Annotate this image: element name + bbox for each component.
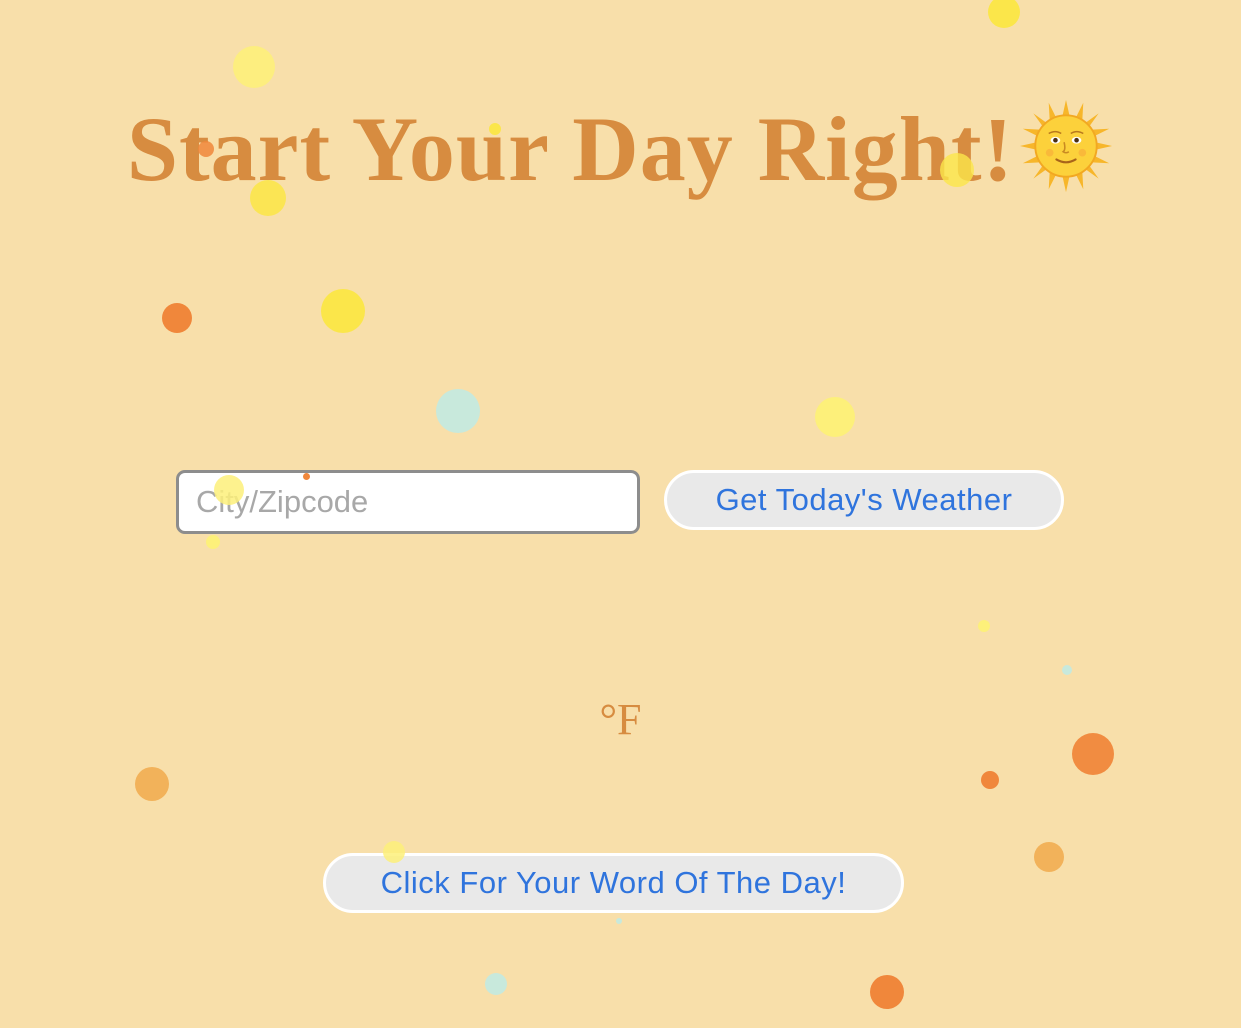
sun-with-face-icon — [1020, 99, 1113, 193]
confetti-dot — [978, 620, 990, 632]
confetti-dot — [616, 918, 622, 924]
confetti-dot — [233, 46, 275, 88]
confetti-dot — [981, 771, 999, 789]
confetti-dot — [321, 289, 365, 333]
confetti-dot — [206, 535, 220, 549]
confetti-dot — [988, 0, 1020, 28]
confetti-dot — [485, 973, 507, 995]
confetti-dot — [135, 767, 169, 801]
header: Start Your Day Right! — [0, 96, 1241, 202]
page-title: Start Your Day Right! — [126, 98, 1015, 200]
confetti-dot — [436, 389, 480, 433]
city-zipcode-input[interactable] — [176, 470, 640, 534]
temperature-display: °F — [599, 695, 642, 744]
get-weather-button[interactable]: Get Today's Weather — [664, 470, 1064, 530]
confetti-dot — [162, 303, 192, 333]
confetti-dot — [1062, 665, 1072, 675]
confetti-dot — [870, 975, 904, 1009]
confetti-dot — [1034, 842, 1064, 872]
word-of-the-day-button[interactable]: Click For Your Word Of The Day! — [323, 853, 904, 913]
confetti-dot — [815, 397, 855, 437]
